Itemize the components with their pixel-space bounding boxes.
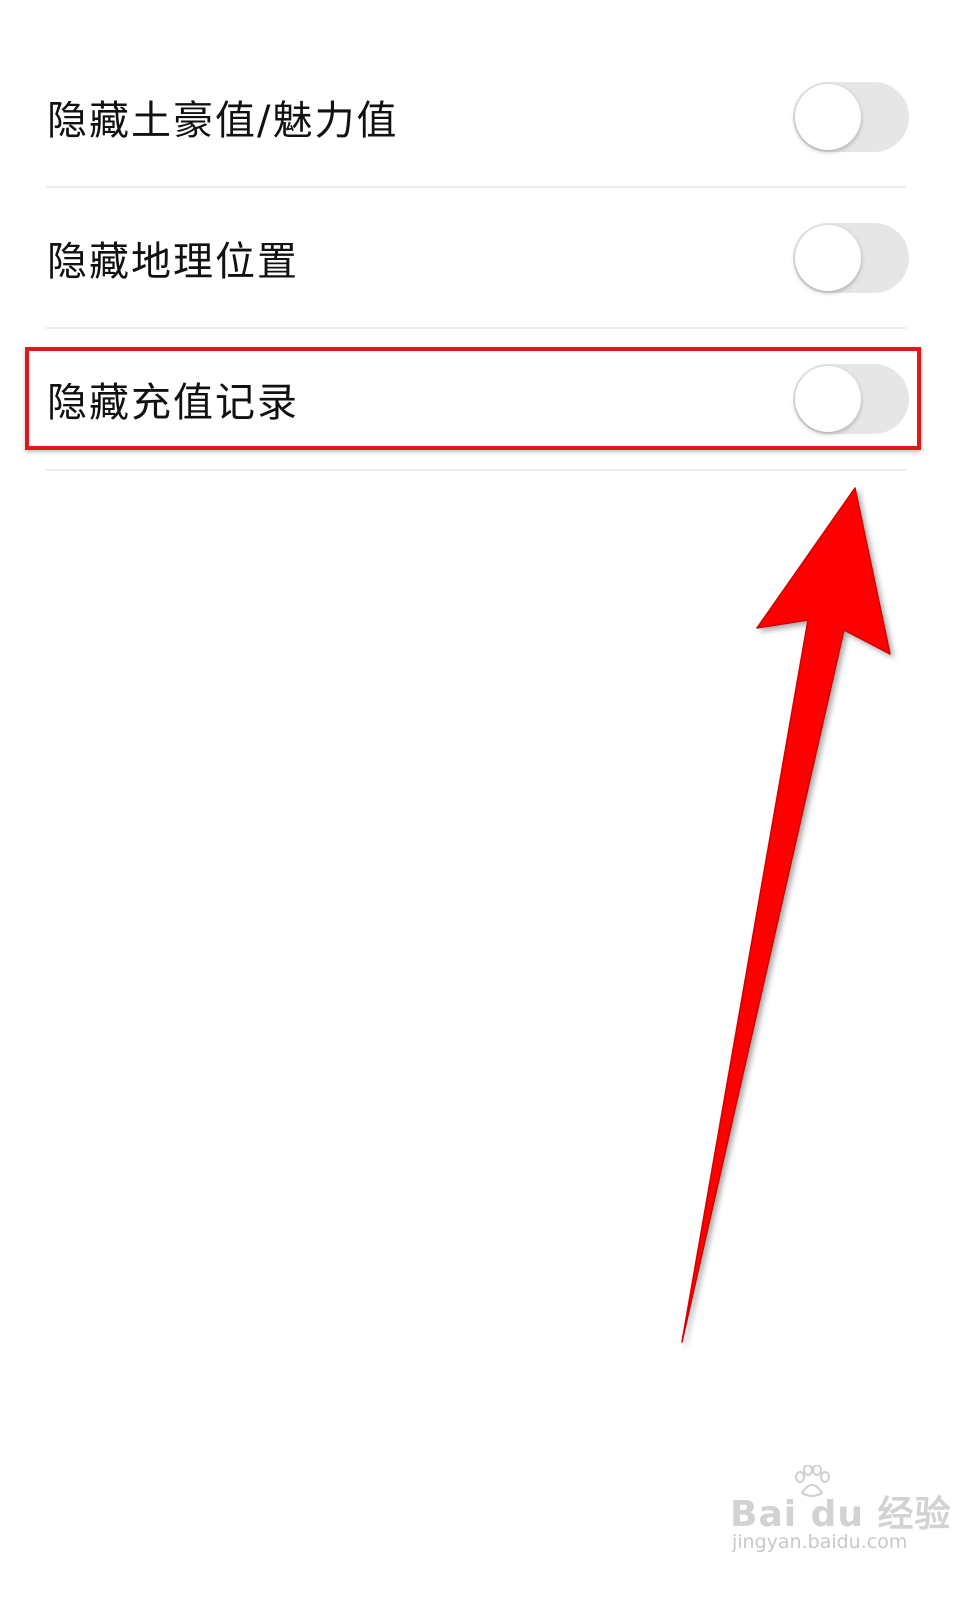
toggle-knob [795, 225, 861, 291]
setting-row-hide-location[interactable]: 隐藏地理位置 [0, 188, 970, 328]
setting-row-hide-wealth-charm[interactable]: 隐藏土豪值/魅力值 [0, 47, 970, 187]
divider [46, 469, 906, 471]
hide-recharge-records-toggle[interactable] [793, 364, 909, 434]
setting-label: 隐藏土豪值/魅力值 [47, 98, 399, 144]
paw-logo-icon [795, 1465, 830, 1497]
setting-label: 隐藏地理位置 [47, 239, 299, 285]
watermark-brand: Bai du 经验 [730, 1494, 952, 1535]
toggle-knob [795, 366, 861, 432]
setting-label: 隐藏充值记录 [47, 380, 299, 426]
hide-location-toggle[interactable] [793, 223, 909, 293]
hide-wealth-charm-toggle[interactable] [793, 82, 909, 152]
baidu-jingyan-watermark: Bai du 经验 jingyan.baidu.com [730, 1465, 951, 1555]
setting-row-hide-recharge-records[interactable]: 隐藏充值记录 [0, 329, 970, 469]
watermark-url: jingyan.baidu.com [732, 1531, 908, 1553]
arrow-shape [681, 487, 891, 1343]
toggle-knob [795, 84, 861, 150]
